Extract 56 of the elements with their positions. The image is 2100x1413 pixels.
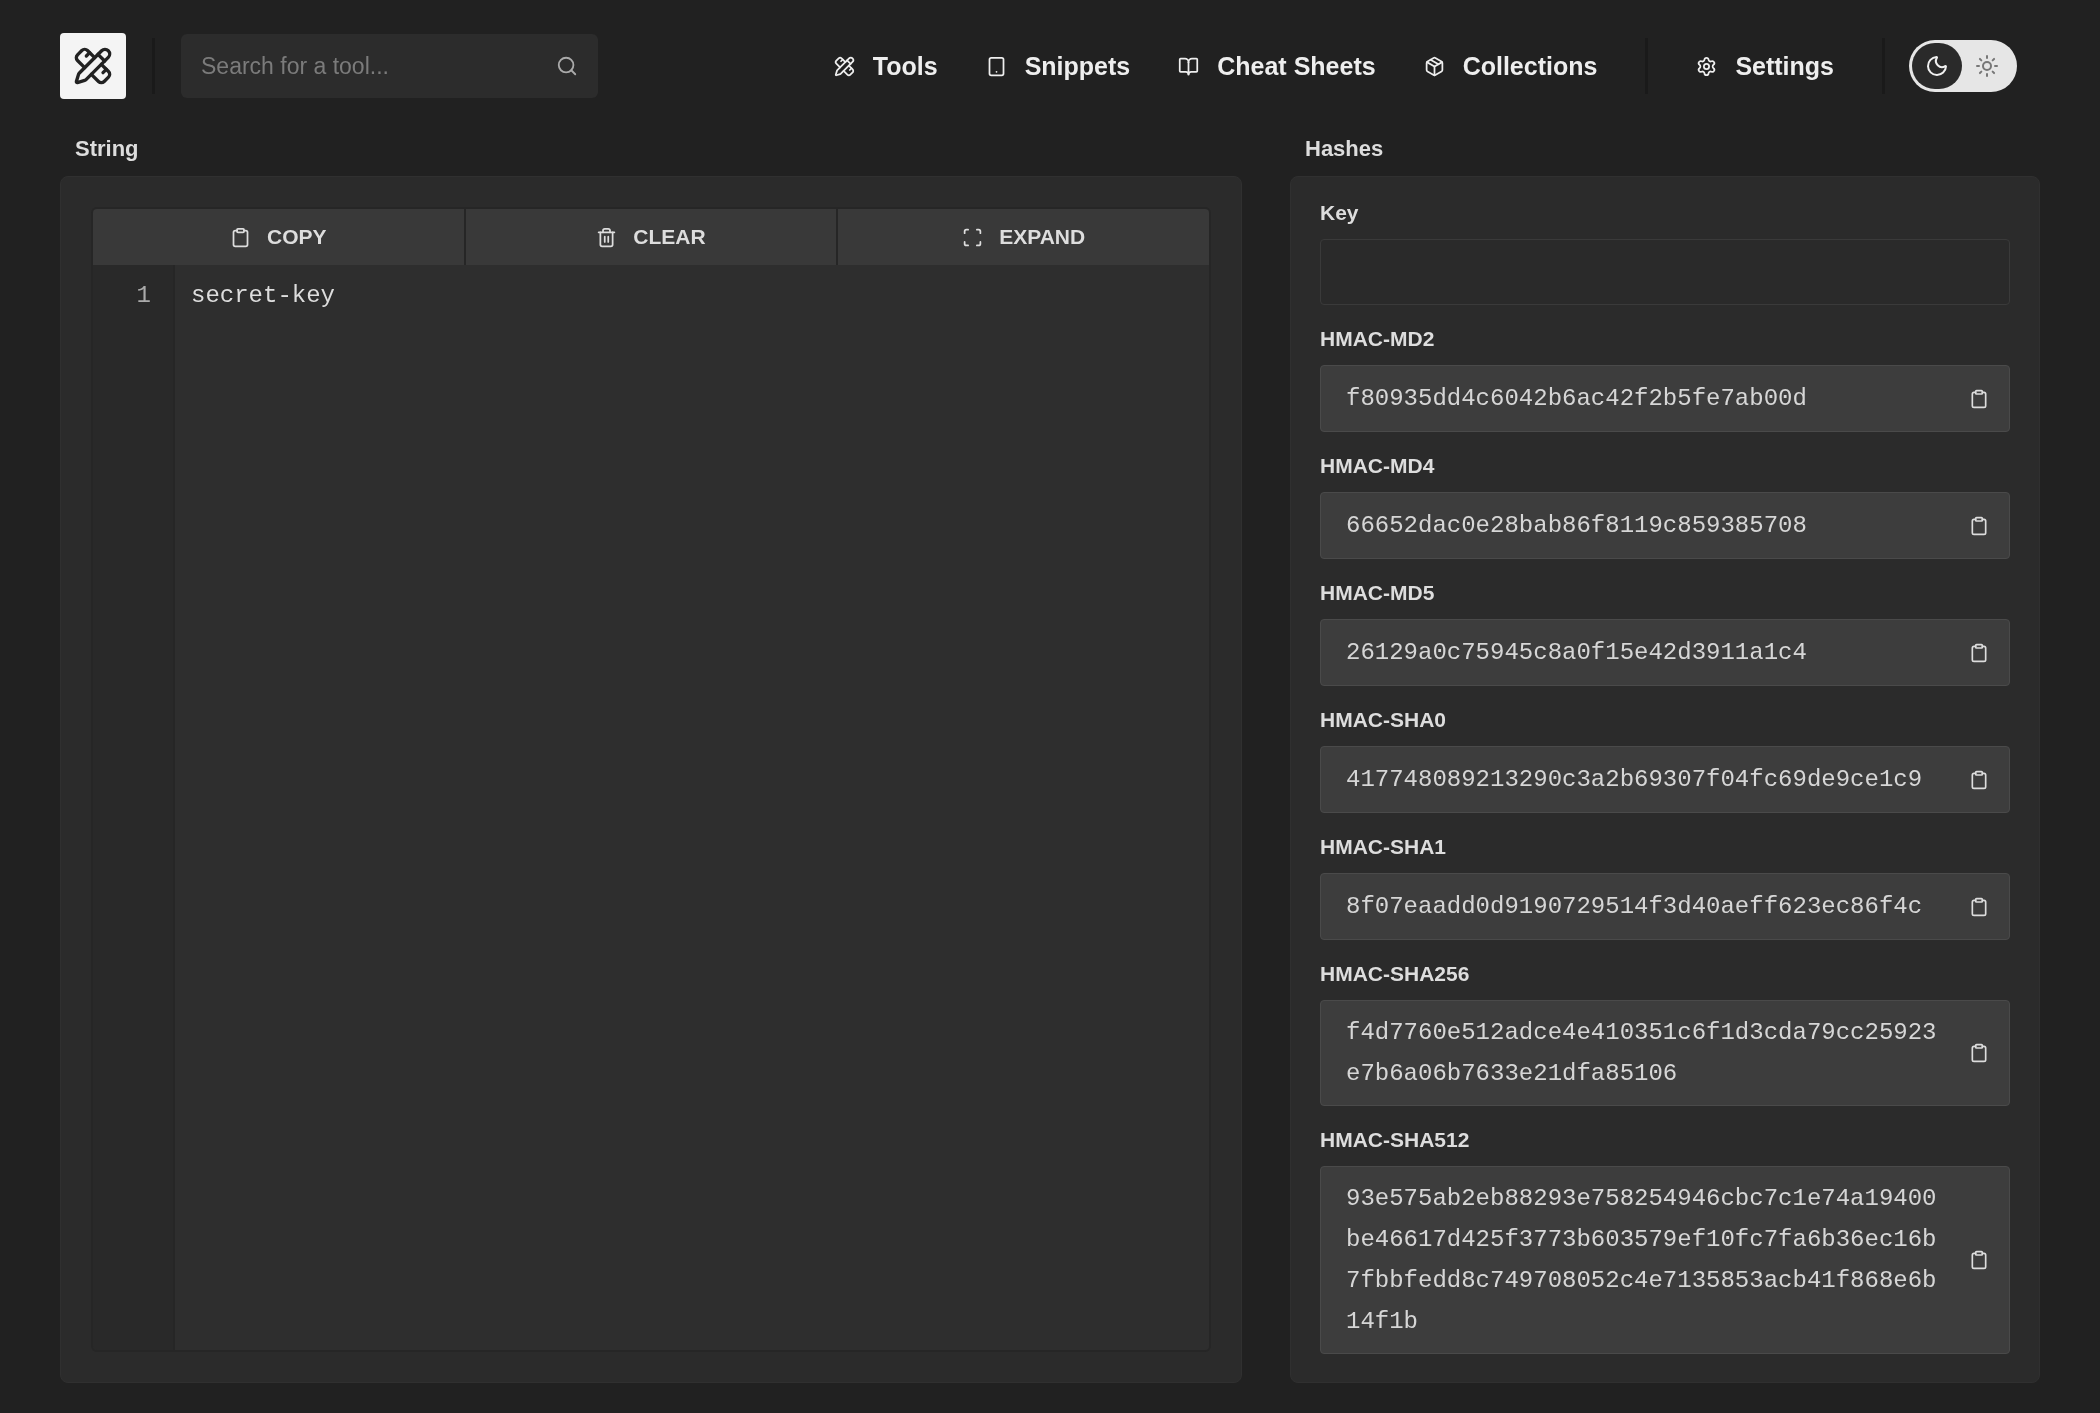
nav-link[interactable]: Tools <box>809 51 962 81</box>
trash-icon <box>596 226 618 248</box>
copy-button[interactable] <box>1969 896 1989 917</box>
hash-value: f80935dd4c6042b6ac42f2b5fe7ab00d <box>1346 384 1808 414</box>
open-book-icon <box>1178 55 1200 77</box>
hash-value: 417748089213290c3a2b69307f04fc69de9ce1c9 <box>1346 765 1924 795</box>
clipboard-icon <box>1969 769 1989 790</box>
expand-icon <box>962 226 984 248</box>
field-label: HMAC-SHA256 <box>1320 962 1471 986</box>
field-label: Key <box>1320 201 1360 225</box>
pencil-ruler-icon <box>73 46 113 86</box>
nav-link[interactable]: Snippets <box>961 51 1155 81</box>
panel-title: Hashes <box>1304 135 1385 163</box>
copy-button[interactable] <box>1969 388 1989 409</box>
clipboard-icon <box>1969 1043 1989 1063</box>
hash-value: 66652dac0e28bab86f8119c859385708 <box>1346 511 1808 541</box>
package-icon <box>1423 55 1445 77</box>
nav-link[interactable]: Cheat Sheets <box>1154 51 1400 81</box>
line-number: 1 <box>135 281 152 311</box>
hash-value: 8f07eaadd0d9190729514f3d40aeff623ec86f4c <box>1346 892 1924 922</box>
code-editor[interactable]: 1 secret-key <box>93 265 1209 1350</box>
copy-button[interactable]: COPY <box>93 209 464 265</box>
clipboard-icon <box>1969 896 1989 917</box>
clipboard-icon <box>1969 515 1989 536</box>
search-icon <box>556 55 578 77</box>
nav-link[interactable]: Collections <box>1399 51 1622 81</box>
nav-link[interactable]: Settings <box>1672 51 1858 81</box>
moon-icon <box>1925 54 1949 78</box>
settings-icon <box>1696 55 1718 77</box>
sun-icon <box>1975 54 1999 78</box>
copy-button[interactable] <box>1969 515 1989 536</box>
field-label: HMAC-SHA512 <box>1320 1128 1471 1152</box>
expand-button[interactable]: EXPAND <box>838 209 1209 265</box>
copy-button[interactable] <box>1969 642 1989 663</box>
code-line: secret-key <box>191 281 337 311</box>
field-label: HMAC-SHA0 <box>1320 708 1447 732</box>
field-label: HMAC-MD2 <box>1320 327 1436 351</box>
copy-button[interactable] <box>1969 769 1989 790</box>
clipboard-icon <box>1969 642 1989 663</box>
panel-title: String <box>74 135 140 163</box>
clear-button[interactable]: CLEAR <box>465 209 837 265</box>
pencil-ruler-icon <box>833 55 855 77</box>
hash-value: 26129a0c75945c8a0f15e42d3911a1c4 <box>1346 638 1808 668</box>
field-label: HMAC-MD4 <box>1320 454 1436 478</box>
search-field[interactable]: Search for a tool... <box>181 34 598 98</box>
moon-option[interactable] <box>1912 43 1962 89</box>
field-label: HMAC-SHA1 <box>1320 835 1447 859</box>
theme-toggle[interactable] <box>1909 40 2017 92</box>
clipboard-icon <box>1969 388 1989 409</box>
clipboard-icon <box>1969 1250 1989 1270</box>
copy-button[interactable] <box>1969 1043 1989 1063</box>
hash-value: f4d7760e512adce4e410351c6f1d3cda79cc25923e7b6a06b7633e21dfa85106 <box>1346 1018 1938 1089</box>
app-logo[interactable] <box>60 33 126 99</box>
copy-button[interactable] <box>1969 1250 1989 1270</box>
hash-value: 93e575ab2eb88293e758254946cbc7c1e74a19400be46617d425f3773b603579ef10fc7fa6b36ec16b7fbbfedd8c749708052c4e7135853acb41f868e6b14f1b <box>1346 1184 1938 1337</box>
field-label: HMAC-MD5 <box>1320 581 1436 605</box>
